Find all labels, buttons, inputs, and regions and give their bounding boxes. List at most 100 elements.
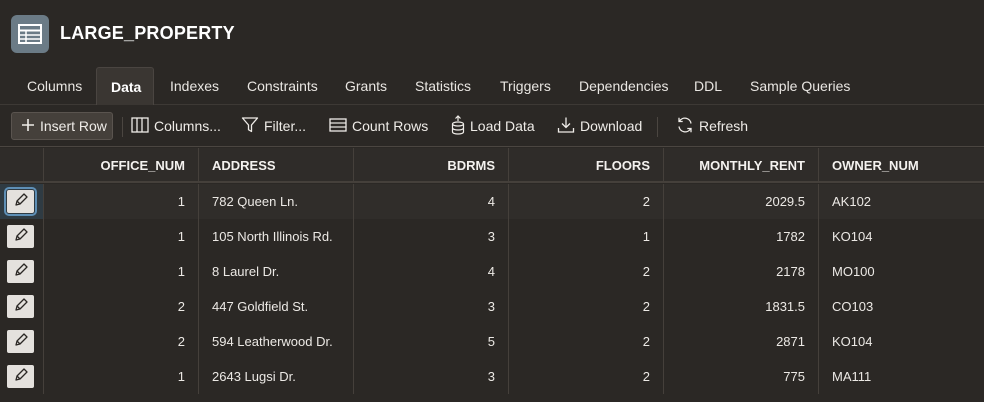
edit-row-button[interactable]	[7, 295, 34, 318]
count-rows-button[interactable]: Count Rows	[329, 112, 428, 140]
table-cell[interactable]: KO104	[819, 219, 984, 254]
table-row: 2 594 Leatherwood Dr. 5 2 2871 KO104	[0, 324, 984, 359]
table-cell[interactable]: 1782	[664, 219, 819, 254]
row-action-cell	[0, 324, 44, 359]
tab-ddl[interactable]: DDL	[680, 67, 736, 105]
row-action-cell	[0, 219, 44, 254]
table-cell[interactable]: 1831.5	[664, 289, 819, 324]
table-cell[interactable]: 2871	[664, 324, 819, 359]
table-cell[interactable]: 8 Laurel Dr.	[199, 254, 354, 289]
tab-bar: Columns Data Indexes Constraints Grants …	[0, 67, 984, 105]
filter-button[interactable]: Filter...	[241, 112, 306, 140]
tab-data[interactable]: Data	[96, 67, 154, 105]
tab-constraints[interactable]: Constraints	[233, 67, 332, 105]
download-icon	[557, 116, 575, 137]
download-button[interactable]: Download	[557, 112, 642, 140]
table-row: 2 447 Goldfield St. 3 2 1831.5 CO103	[0, 289, 984, 324]
pencil-icon	[13, 192, 29, 211]
tab-statistics[interactable]: Statistics	[401, 67, 485, 105]
grid-header: OFFICE_NUM ADDRESS BDRMS FLOORS MONTHLY_…	[0, 148, 984, 183]
table-cell[interactable]: 594 Leatherwood Dr.	[199, 324, 354, 359]
table-cell[interactable]: 1	[44, 359, 199, 394]
table-cell[interactable]: 4	[354, 184, 509, 219]
edit-row-button[interactable]	[7, 260, 34, 283]
table-cell[interactable]: 3	[354, 219, 509, 254]
table-cell[interactable]: 2	[44, 324, 199, 359]
column-header[interactable]: OFFICE_NUM	[44, 148, 199, 183]
edit-row-button[interactable]	[7, 330, 34, 353]
table-cell[interactable]: 3	[354, 359, 509, 394]
plus-icon	[21, 118, 35, 135]
page-header: LARGE_PROPERTY	[0, 0, 984, 68]
pencil-icon	[13, 262, 29, 281]
table-cell[interactable]: 2029.5	[664, 184, 819, 219]
table-cell[interactable]: 2	[509, 289, 664, 324]
table-cell[interactable]: 3	[354, 289, 509, 324]
table-cell[interactable]: MO100	[819, 254, 984, 289]
load-data-button[interactable]: Load Data	[451, 112, 535, 140]
table-cell[interactable]: 2178	[664, 254, 819, 289]
row-action-cell	[0, 184, 44, 219]
table-cell[interactable]: 1	[509, 219, 664, 254]
column-header[interactable]: MONTHLY_RENT	[664, 148, 819, 183]
table-cell[interactable]: CO103	[819, 289, 984, 324]
insert-row-label: Insert Row	[40, 118, 107, 134]
table-cell[interactable]: 1	[44, 254, 199, 289]
table-cell[interactable]: 2	[509, 184, 664, 219]
tab-sample-queries[interactable]: Sample Queries	[736, 67, 864, 105]
database-upload-icon	[451, 114, 465, 138]
refresh-icon	[676, 116, 694, 137]
edit-row-button[interactable]	[7, 225, 34, 248]
tab-triggers[interactable]: Triggers	[486, 67, 565, 105]
columns-label: Columns...	[154, 118, 221, 134]
insert-row-button[interactable]: Insert Row	[11, 112, 113, 140]
table-cell[interactable]: KO104	[819, 324, 984, 359]
table-cell[interactable]: 2	[509, 359, 664, 394]
table-cell[interactable]: 775	[664, 359, 819, 394]
row-action-cell	[0, 359, 44, 394]
table-cell[interactable]: 782 Queen Ln.	[199, 184, 354, 219]
table-row: 1 105 North Illinois Rd. 3 1 1782 KO104	[0, 219, 984, 254]
table-cell[interactable]: 5	[354, 324, 509, 359]
table-cell[interactable]: 4	[354, 254, 509, 289]
columns-icon	[131, 116, 149, 136]
table-row: 1 782 Queen Ln. 4 2 2029.5 AK102	[0, 184, 984, 219]
toolbar-divider	[657, 117, 658, 137]
tab-indexes[interactable]: Indexes	[156, 67, 233, 105]
tab-grants[interactable]: Grants	[331, 67, 401, 105]
table-cell[interactable]: 2	[509, 254, 664, 289]
count-rows-label: Count Rows	[352, 118, 429, 134]
edit-row-button[interactable]	[4, 187, 37, 216]
pencil-icon	[13, 227, 29, 246]
table-cell[interactable]: 1	[44, 219, 199, 254]
table-cell[interactable]: AK102	[819, 184, 984, 219]
table-cell[interactable]: 447 Goldfield St.	[199, 289, 354, 324]
pencil-icon	[13, 367, 29, 386]
tab-columns[interactable]: Columns	[13, 67, 96, 105]
column-header[interactable]: BDRMS	[354, 148, 509, 183]
table-cell[interactable]: 2643 Lugsi Dr.	[199, 359, 354, 394]
count-rows-icon	[329, 117, 347, 136]
table-cell[interactable]: MA111	[819, 359, 984, 394]
toolbar: Insert Row Columns... Filter... Count Ro…	[0, 105, 984, 147]
column-header[interactable]: ADDRESS	[199, 148, 354, 183]
column-header[interactable]: OWNER_NUM	[819, 148, 984, 183]
pencil-icon	[13, 332, 29, 351]
data-grid: OFFICE_NUM ADDRESS BDRMS FLOORS MONTHLY_…	[0, 148, 984, 402]
table-cell[interactable]: 2	[509, 324, 664, 359]
table-cell[interactable]: 1	[44, 184, 199, 219]
refresh-button[interactable]: Refresh	[676, 112, 748, 140]
download-label: Download	[580, 118, 643, 134]
refresh-label: Refresh	[699, 118, 749, 134]
column-header[interactable]: FLOORS	[509, 148, 664, 183]
pencil-icon	[13, 297, 29, 316]
row-action-header	[0, 148, 44, 183]
load-data-label: Load Data	[470, 118, 535, 134]
table-cell[interactable]: 2	[44, 289, 199, 324]
table-cell[interactable]: 105 North Illinois Rd.	[199, 219, 354, 254]
tab-dependencies[interactable]: Dependencies	[565, 67, 683, 105]
columns-button[interactable]: Columns...	[131, 112, 221, 140]
filter-icon	[241, 116, 259, 137]
edit-row-button[interactable]	[7, 365, 34, 388]
filter-label: Filter...	[264, 118, 307, 134]
